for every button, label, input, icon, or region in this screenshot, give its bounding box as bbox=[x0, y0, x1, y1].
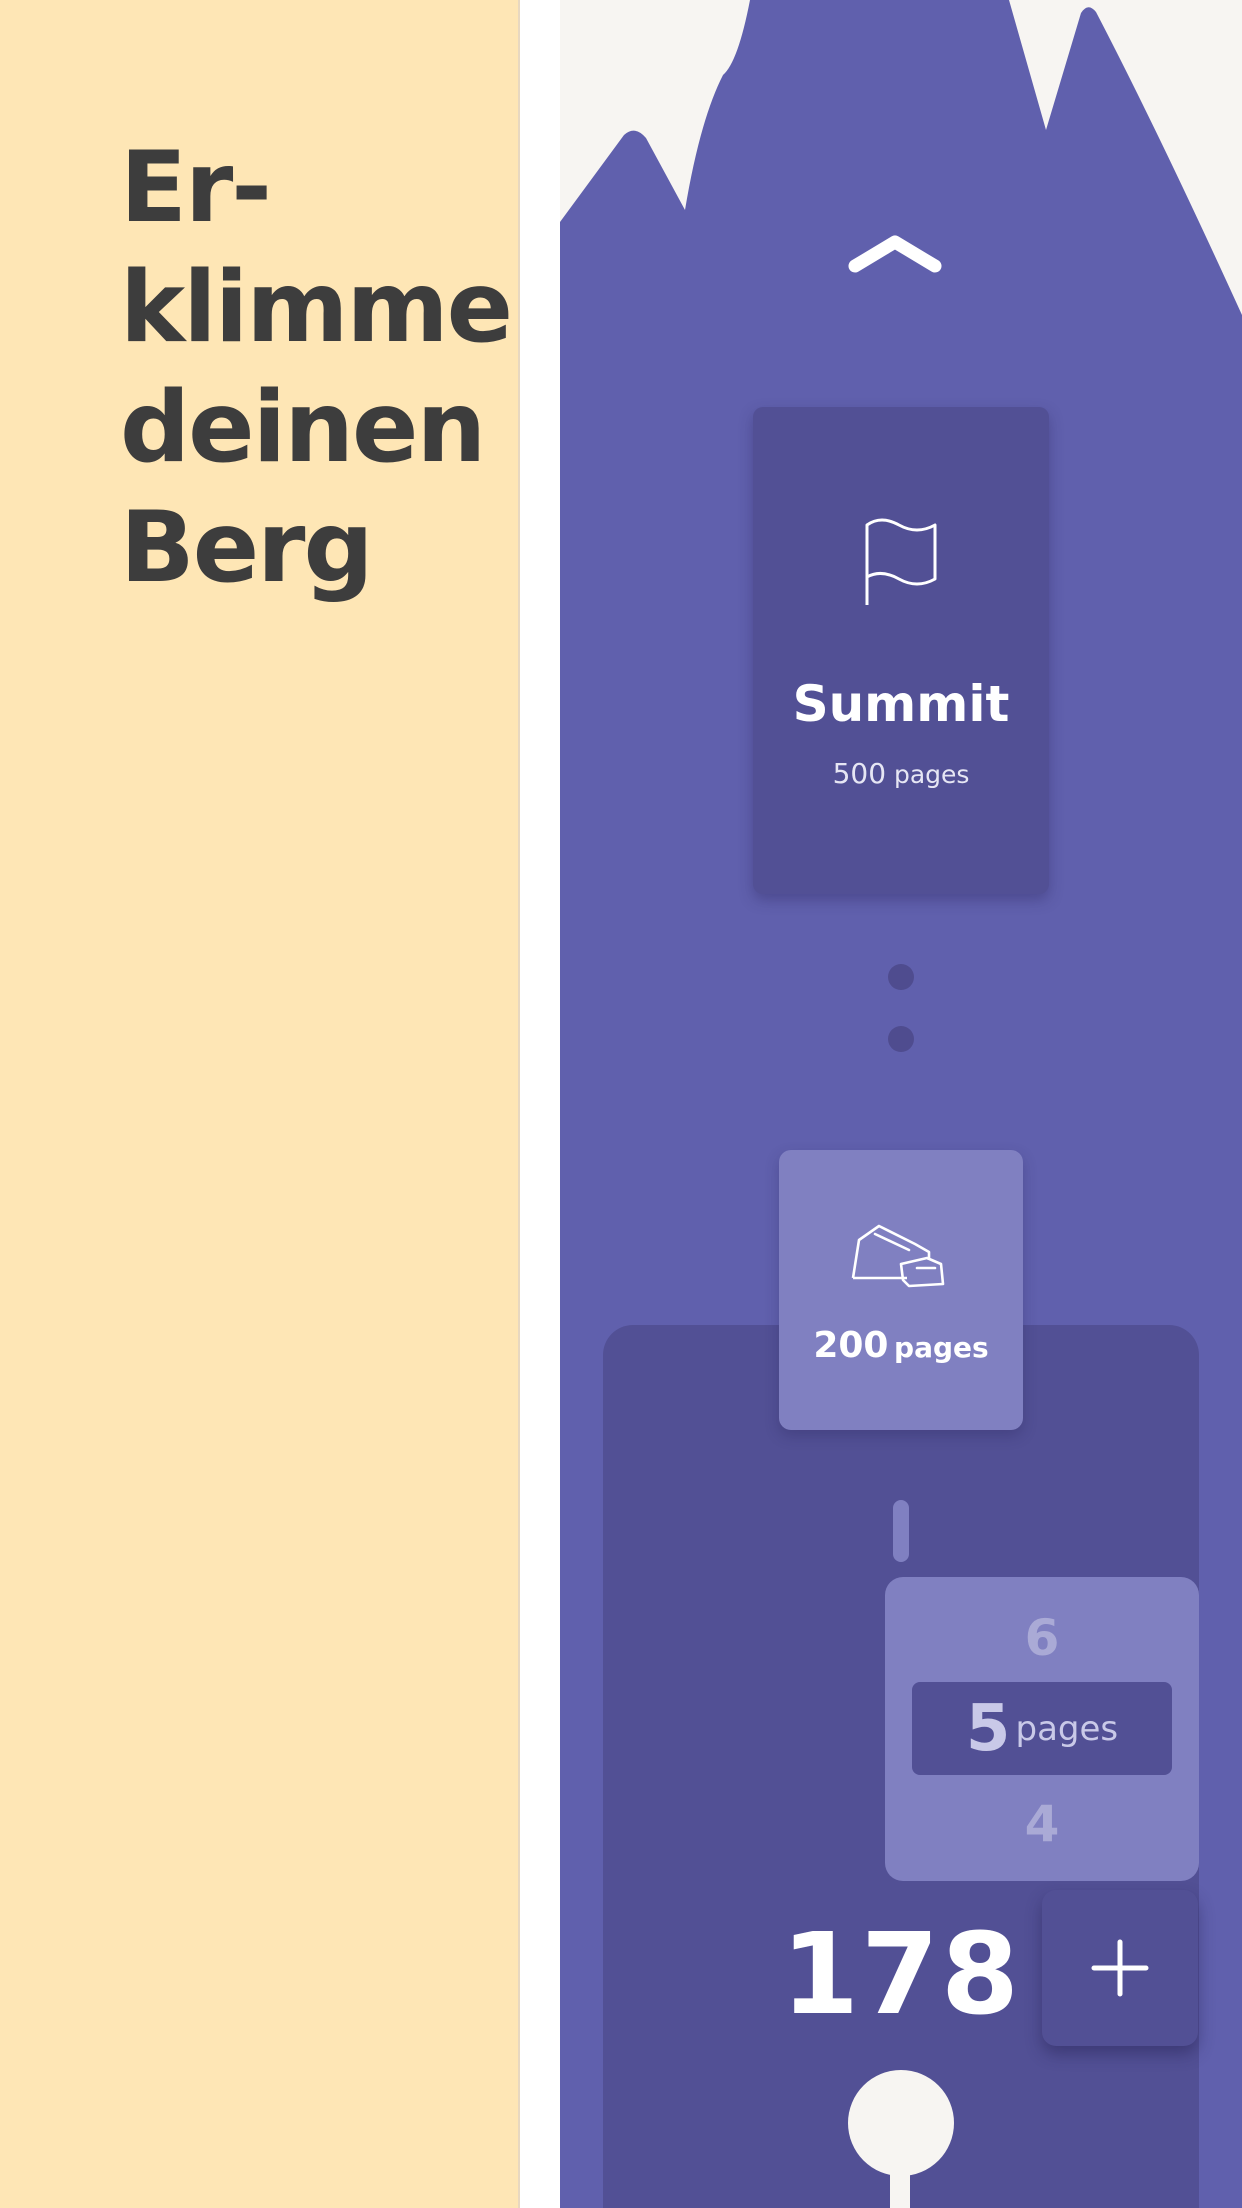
summit-pages: 500 pages bbox=[753, 757, 1049, 790]
pages-read-counter: 178 bbox=[781, 1910, 1021, 2040]
headline-line: Berg bbox=[120, 491, 374, 605]
flag-icon bbox=[865, 518, 937, 605]
plus-icon bbox=[1091, 1939, 1149, 1997]
headline-line: deinen bbox=[120, 371, 486, 485]
promo-headline: Er- klimme deinen Berg bbox=[120, 128, 513, 608]
track-tick bbox=[893, 1500, 909, 1562]
milestone-card[interactable]: 200 pages bbox=[779, 1150, 1023, 1430]
headline-line: Er- bbox=[120, 131, 272, 245]
pages-picker[interactable]: 6 5 pages 4 bbox=[885, 1577, 1199, 1881]
summit-pages-unit: pages bbox=[893, 760, 970, 789]
summit-card[interactable]: Summit 500 pages bbox=[753, 407, 1049, 894]
progress-dot bbox=[888, 964, 914, 990]
picker-option-below[interactable]: 4 bbox=[885, 1795, 1199, 1853]
rock-icon bbox=[851, 1224, 945, 1288]
mountain-skyline bbox=[560, 0, 1242, 315]
position-marker[interactable] bbox=[848, 2070, 954, 2176]
picker-selected-option[interactable]: 5 pages bbox=[912, 1682, 1172, 1775]
app-screen: Summit 500 pages 200 pages 6 5 pages 4 1… bbox=[560, 0, 1242, 2208]
summit-pages-number: 500 bbox=[832, 757, 887, 790]
picker-option-above[interactable]: 6 bbox=[885, 1609, 1199, 1667]
milestone-pages-unit: pages bbox=[894, 1331, 989, 1364]
chevron-up-icon[interactable] bbox=[845, 232, 945, 276]
progress-dot bbox=[888, 1026, 914, 1052]
picker-selected-unit: pages bbox=[1015, 1709, 1119, 1749]
milestone-pages-number: 200 bbox=[813, 1325, 889, 1366]
add-pages-button[interactable] bbox=[1042, 1890, 1198, 2046]
promo-panel: Er- klimme deinen Berg bbox=[0, 0, 520, 2208]
summit-title: Summit bbox=[792, 675, 1010, 733]
milestone-pages: 200 pages bbox=[779, 1325, 1023, 1366]
picker-selected-number: 5 bbox=[965, 1692, 1011, 1766]
headline-line: klimme bbox=[120, 251, 513, 365]
